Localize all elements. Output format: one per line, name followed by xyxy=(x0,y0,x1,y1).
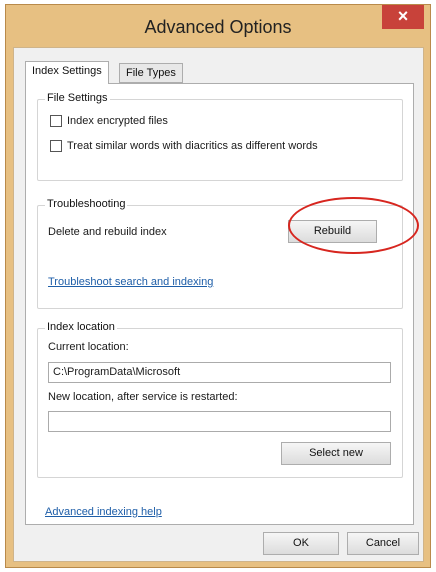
close-icon: × xyxy=(397,6,409,26)
index-settings-panel: File Settings Index encrypted files Trea… xyxy=(25,83,414,525)
current-location-label: Current location: xyxy=(48,341,129,353)
ok-button[interactable]: OK xyxy=(263,532,339,555)
index-location-group: Index location Current location: C:\Prog… xyxy=(37,321,403,478)
select-new-button[interactable]: Select new xyxy=(281,442,391,465)
dialog-client-area: Index Settings File Types File Settings … xyxy=(13,47,424,562)
index-encrypted-option[interactable]: Index encrypted files xyxy=(50,113,168,129)
index-encrypted-label: Index encrypted files xyxy=(67,115,168,127)
index-encrypted-checkbox[interactable] xyxy=(50,115,62,127)
troubleshooting-group: Troubleshooting Delete and rebuild index… xyxy=(37,198,403,309)
delete-rebuild-label: Delete and rebuild index xyxy=(48,226,167,238)
current-location-field[interactable]: C:\ProgramData\Microsoft xyxy=(48,362,391,383)
new-location-label: New location, after service is restarted… xyxy=(48,391,238,403)
title-bar[interactable]: Advanced Options × xyxy=(6,5,430,47)
advanced-indexing-help-link[interactable]: Advanced indexing help xyxy=(45,506,162,518)
cancel-button[interactable]: Cancel xyxy=(347,532,419,555)
troubleshooting-label: Troubleshooting xyxy=(45,198,128,210)
new-location-field[interactable] xyxy=(48,411,391,432)
file-settings-label: File Settings xyxy=(45,92,110,104)
treat-similar-checkbox[interactable] xyxy=(50,140,62,152)
index-location-label: Index location xyxy=(45,321,117,333)
rebuild-button[interactable]: Rebuild xyxy=(288,220,377,243)
tab-file-types[interactable]: File Types xyxy=(119,63,183,83)
close-button[interactable]: × xyxy=(382,5,424,29)
dialog-title: Advanced Options xyxy=(144,17,292,37)
troubleshoot-link[interactable]: Troubleshoot search and indexing xyxy=(48,276,213,288)
treat-similar-label: Treat similar words with diacritics as d… xyxy=(67,140,318,152)
file-settings-group: File Settings Index encrypted files Trea… xyxy=(37,92,403,181)
treat-similar-option[interactable]: Treat similar words with diacritics as d… xyxy=(50,138,318,154)
tab-index-settings[interactable]: Index Settings xyxy=(25,61,109,84)
dialog-window: Advanced Options × Index Settings File T… xyxy=(5,4,431,568)
